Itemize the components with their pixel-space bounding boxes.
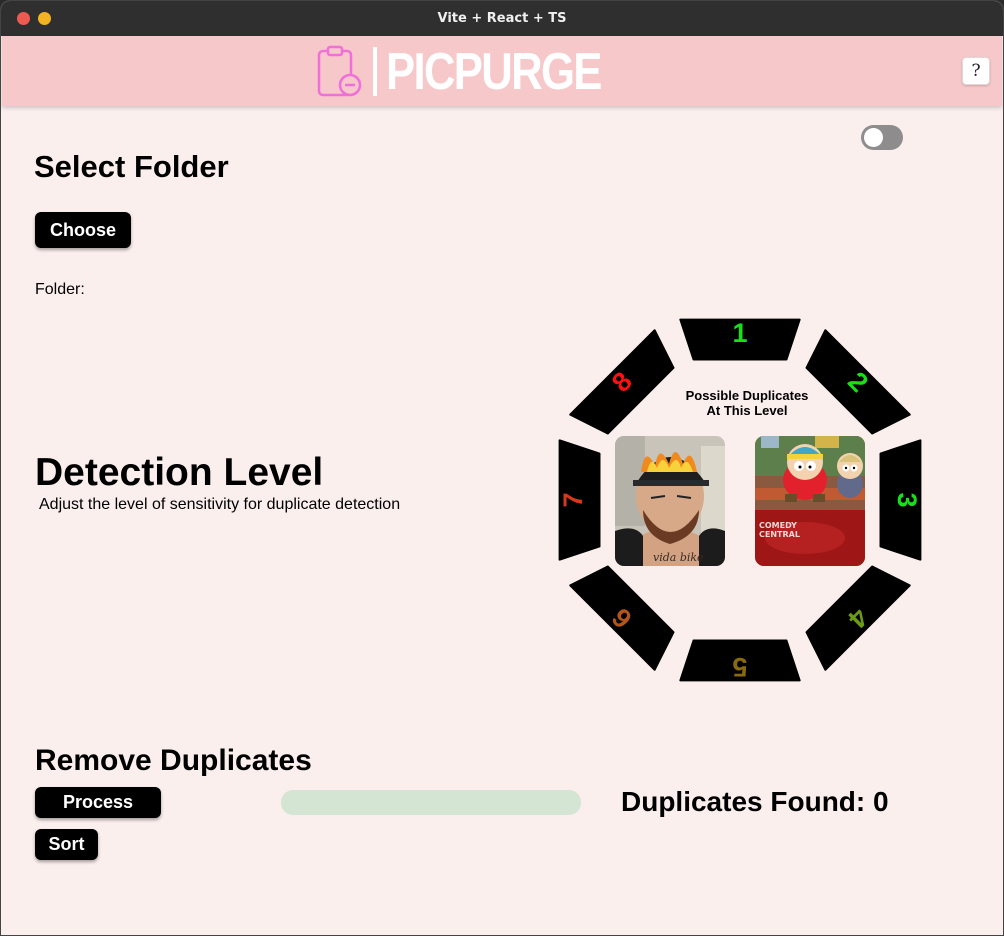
app-logo-text: PICPURGE: [386, 43, 602, 101]
preview-caption: Possible Duplicates At This Level: [647, 388, 847, 418]
remove-duplicates-title: Remove Duplicates: [35, 744, 312, 777]
duplicate-preview-image-b: COMEDY CENTRAL: [755, 436, 865, 566]
cartoon-kids-image: COMEDY CENTRAL: [755, 436, 865, 566]
detection-level-label-5: 5: [732, 652, 747, 682]
svg-text:vida bike: vida bike: [653, 551, 704, 564]
cartoon-biker-image: vida bike: [615, 436, 725, 566]
detection-level-label-7: 7: [558, 492, 588, 507]
app-header: PICPURGE ?: [2, 36, 1002, 106]
duplicate-preview-image-a: vida bike: [615, 436, 725, 566]
svg-text:CENTRAL: CENTRAL: [759, 530, 800, 539]
select-folder-title: Select Folder: [34, 149, 229, 184]
toggle-knob: [864, 128, 883, 147]
theme-toggle[interactable]: [861, 125, 903, 150]
close-window-button[interactable]: [17, 12, 30, 25]
detection-level-subtitle: Adjust the level of sensitivity for dupl…: [39, 496, 401, 513]
process-button[interactable]: Process: [35, 787, 161, 818]
detection-level-label-1: 1: [732, 318, 747, 348]
detection-level-title: Detection Level: [35, 451, 324, 494]
window-titlebar: Vite + React + TS: [1, 1, 1003, 36]
minimize-window-button[interactable]: [38, 12, 51, 25]
help-button[interactable]: ?: [962, 57, 990, 85]
folder-path-label: Folder:: [35, 281, 85, 298]
svg-text:COMEDY: COMEDY: [759, 521, 797, 530]
detection-level-dial: 12345678: [558, 318, 922, 682]
detection-level-label-3: 3: [892, 492, 922, 507]
choose-folder-button[interactable]: Choose: [35, 212, 131, 248]
clipboard-remove-icon: [317, 45, 362, 97]
duplicates-found-label: Duplicates Found: 0: [621, 786, 889, 817]
logo-divider: [373, 47, 377, 96]
sort-button[interactable]: Sort: [35, 829, 98, 860]
preview-caption-line1: Possible Duplicates: [685, 388, 809, 403]
app-window: Vite + React + TS PICPURGE ? Select Fold…: [0, 0, 1004, 936]
preview-caption-line2: At This Level: [706, 403, 788, 418]
window-title: Vite + React + TS: [437, 11, 567, 26]
progress-bar: [281, 790, 581, 815]
